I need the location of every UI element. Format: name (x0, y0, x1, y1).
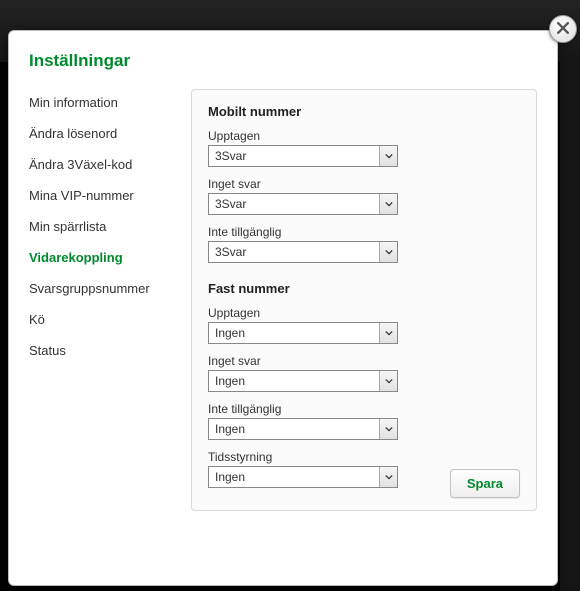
settings-sidebar: Min information Ändra lösenord Ändra 3Vä… (29, 89, 177, 511)
label-fixed-tidsstyrning: Tidsstyrning (208, 450, 520, 464)
select-value: Ingen (215, 374, 245, 388)
panel-footer: Spara (450, 469, 520, 498)
close-icon (557, 22, 569, 37)
sidebar-item-mina-vip-nummer[interactable]: Mina VIP-nummer (29, 182, 177, 213)
select-value: 3Svar (215, 197, 246, 211)
select-mobile-inget-svar[interactable]: 3Svar (208, 193, 398, 215)
fixed-number-heading: Fast nummer (208, 281, 520, 296)
select-value: Ingen (215, 422, 245, 436)
chevron-down-icon (379, 371, 397, 391)
label-fixed-upptagen: Upptagen (208, 306, 520, 320)
close-button[interactable] (549, 15, 577, 43)
label-fixed-inte-tillganglig: Inte tillgänglig (208, 402, 520, 416)
field-fixed-inte-tillganglig: Inte tillgänglig Ingen (208, 402, 520, 440)
sidebar-item-andra-losenord[interactable]: Ändra lösenord (29, 120, 177, 151)
modal-title: Inställningar (29, 51, 537, 71)
sidebar-item-ko[interactable]: Kö (29, 306, 177, 337)
field-fixed-upptagen: Upptagen Ingen (208, 306, 520, 344)
select-mobile-inte-tillganglig[interactable]: 3Svar (208, 241, 398, 263)
select-value: 3Svar (215, 149, 246, 163)
modal-columns: Min information Ändra lösenord Ändra 3Vä… (29, 89, 537, 511)
select-fixed-inget-svar[interactable]: Ingen (208, 370, 398, 392)
sidebar-item-min-sparrlista[interactable]: Min spärrlista (29, 213, 177, 244)
chevron-down-icon (379, 194, 397, 214)
settings-modal: Inställningar Min information Ändra löse… (8, 30, 558, 586)
label-mobile-inte-tillganglig: Inte tillgänglig (208, 225, 520, 239)
chevron-down-icon (379, 146, 397, 166)
chevron-down-icon (379, 419, 397, 439)
field-mobile-inget-svar: Inget svar 3Svar (208, 177, 520, 215)
select-fixed-inte-tillganglig[interactable]: Ingen (208, 418, 398, 440)
label-mobile-inget-svar: Inget svar (208, 177, 520, 191)
select-fixed-upptagen[interactable]: Ingen (208, 322, 398, 344)
select-value: 3Svar (215, 245, 246, 259)
save-button[interactable]: Spara (450, 469, 520, 498)
mobile-number-heading: Mobilt nummer (208, 104, 520, 119)
field-mobile-upptagen: Upptagen 3Svar (208, 129, 520, 167)
sidebar-item-svarsgruppsnummer[interactable]: Svarsgruppsnummer (29, 275, 177, 306)
sidebar-item-vidarekoppling[interactable]: Vidarekoppling (29, 244, 177, 275)
sidebar-item-status[interactable]: Status (29, 337, 177, 368)
select-value: Ingen (215, 326, 245, 340)
backdrop-right (560, 62, 580, 591)
sidebar-item-min-information[interactable]: Min information (29, 89, 177, 120)
select-fixed-tidsstyrning[interactable]: Ingen (208, 466, 398, 488)
label-mobile-upptagen: Upptagen (208, 129, 520, 143)
chevron-down-icon (379, 467, 397, 487)
field-fixed-inget-svar: Inget svar Ingen (208, 354, 520, 392)
chevron-down-icon (379, 323, 397, 343)
chevron-down-icon (379, 242, 397, 262)
select-value: Ingen (215, 470, 245, 484)
select-mobile-upptagen[interactable]: 3Svar (208, 145, 398, 167)
field-mobile-inte-tillganglig: Inte tillgänglig 3Svar (208, 225, 520, 263)
sidebar-item-andra-3vaxel-kod[interactable]: Ändra 3Växel-kod (29, 151, 177, 182)
forwarding-panel: Mobilt nummer Upptagen 3Svar Inget svar … (191, 89, 537, 511)
label-fixed-inget-svar: Inget svar (208, 354, 520, 368)
